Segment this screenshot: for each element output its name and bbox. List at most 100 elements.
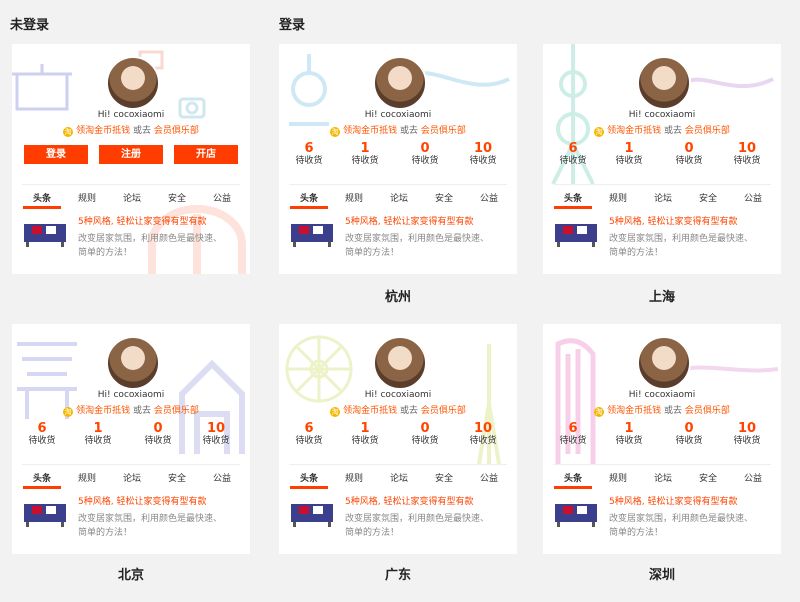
stat-item[interactable]: 1 待收货 (345, 142, 385, 167)
tab-rules[interactable]: 规则 (334, 191, 374, 204)
avatar[interactable] (373, 56, 427, 110)
tab-forum[interactable]: 论坛 (643, 471, 683, 484)
coin-icon: 淘 (330, 127, 341, 137)
club-link[interactable]: 会员俱乐部 (685, 126, 730, 136)
tab-forum[interactable]: 论坛 (112, 191, 152, 204)
tab-security[interactable]: 安全 (688, 191, 728, 204)
stat-value: 10 (206, 421, 226, 436)
news-title[interactable]: 5种风格, 轻松让家变得有型有款 (609, 214, 737, 227)
stat-item[interactable]: 6 待收货 (553, 422, 593, 447)
tab-headlines[interactable]: 头条 (553, 471, 593, 484)
tab-security[interactable]: 安全 (157, 191, 197, 204)
stat-item[interactable]: 10 待收货 (727, 142, 767, 167)
tab-rules[interactable]: 规则 (334, 471, 374, 484)
news-title[interactable]: 5种风格, 轻松让家变得有型有款 (345, 214, 473, 227)
tab-rules[interactable]: 规则 (67, 471, 107, 484)
stat-item[interactable]: 0 待收货 (138, 422, 178, 447)
register-button[interactable]: 注册 (99, 145, 163, 164)
tab-headlines[interactable]: 头条 (553, 191, 593, 204)
tab-charity[interactable]: 公益 (469, 191, 509, 204)
tab-headlines[interactable]: 头条 (22, 471, 62, 484)
stat-item[interactable]: 0 待收货 (669, 422, 709, 447)
stat-item[interactable]: 1 待收货 (609, 142, 649, 167)
avatar[interactable] (637, 336, 691, 390)
stat-item[interactable]: 6 待收货 (289, 142, 329, 167)
tab-charity[interactable]: 公益 (202, 191, 242, 204)
coin-link[interactable]: 领淘金币抵钱 (76, 406, 130, 416)
stat-value: 6 (568, 141, 578, 156)
avatar[interactable] (106, 336, 160, 390)
tab-charity[interactable]: 公益 (733, 191, 773, 204)
stat-item[interactable]: 10 待收货 (463, 142, 503, 167)
stat-item[interactable]: 6 待收货 (289, 422, 329, 447)
news-title[interactable]: 5种风格, 轻松让家变得有型有款 (78, 214, 206, 227)
stat-item[interactable]: 6 待收货 (22, 422, 62, 447)
tab-headlines[interactable]: 头条 (289, 191, 329, 204)
stat-item[interactable]: 6 待收货 (553, 142, 593, 167)
open-shop-button[interactable]: 开店 (174, 145, 238, 164)
tab-forum[interactable]: 论坛 (643, 191, 683, 204)
stat-item[interactable]: 0 待收货 (405, 422, 445, 447)
news-title[interactable]: 5种风格, 轻松让家变得有型有款 (609, 494, 737, 507)
tab-security[interactable]: 安全 (424, 191, 464, 204)
news-title[interactable]: 5种风格, 轻松让家变得有型有款 (78, 494, 206, 507)
sofa-image (291, 224, 333, 247)
login-button[interactable]: 登录 (24, 145, 88, 164)
auth-buttons: 登录 注册 开店 (24, 145, 238, 164)
club-link[interactable]: 会员俱乐部 (154, 406, 199, 416)
avatar[interactable] (106, 56, 160, 110)
news-item[interactable]: 5种风格, 轻松让家变得有型有款 改变居家氛围，利用颜色是最快速、简单的方法！ (553, 216, 771, 266)
tab-forum[interactable]: 论坛 (379, 191, 419, 204)
club-link[interactable]: 会员俱乐部 (154, 126, 199, 136)
tab-headlines[interactable]: 头条 (289, 471, 329, 484)
stat-value: 0 (153, 421, 163, 436)
stat-item[interactable]: 0 待收货 (669, 142, 709, 167)
tab-rules[interactable]: 规则 (67, 191, 107, 204)
stat-value: 10 (473, 421, 493, 436)
stat-label: 待收货 (411, 156, 439, 166)
stat-value: 1 (360, 421, 370, 436)
stat-label: 待收货 (295, 156, 323, 166)
stat-item[interactable]: 1 待收货 (78, 422, 118, 447)
coin-link[interactable]: 领淘金币抵钱 (343, 126, 397, 136)
tab-rules[interactable]: 规则 (598, 191, 638, 204)
tab-security[interactable]: 安全 (688, 471, 728, 484)
stat-item[interactable]: 1 待收货 (609, 422, 649, 447)
coin-link[interactable]: 领淘金币抵钱 (76, 126, 130, 136)
news-item[interactable]: 5种风格, 轻松让家变得有型有款 改变居家氛围，利用颜色是最快速、简单的方法！ (289, 496, 507, 546)
tab-forum[interactable]: 论坛 (379, 471, 419, 484)
coin-icon: 淘 (330, 407, 341, 417)
news-item[interactable]: 5种风格, 轻松让家变得有型有款 改变居家氛围，利用颜色是最快速、简单的方法！ (22, 496, 240, 546)
avatar[interactable] (637, 56, 691, 110)
tab-charity[interactable]: 公益 (469, 471, 509, 484)
club-link[interactable]: 会员俱乐部 (421, 126, 466, 136)
stat-item[interactable]: 1 待收货 (345, 422, 385, 447)
tab-charity[interactable]: 公益 (202, 471, 242, 484)
greeting: Hi! cocoxiaomi (97, 390, 165, 400)
avatar[interactable] (373, 336, 427, 390)
tab-charity[interactable]: 公益 (733, 471, 773, 484)
coin-link[interactable]: 领淘金币抵钱 (343, 406, 397, 416)
stat-item[interactable]: 10 待收货 (463, 422, 503, 447)
news-item[interactable]: 5种风格, 轻松让家变得有型有款 改变居家氛围，利用颜色是最快速、简单的方法！ (289, 216, 507, 266)
tab-forum[interactable]: 论坛 (112, 471, 152, 484)
stat-item[interactable]: 10 待收货 (196, 422, 236, 447)
tab-security[interactable]: 安全 (157, 471, 197, 484)
tab-bar: 头条 规则 论坛 安全 公益 (553, 184, 773, 209)
tab-headlines[interactable]: 头条 (22, 191, 62, 204)
tab-rules[interactable]: 规则 (598, 471, 638, 484)
stat-item[interactable]: 0 待收货 (405, 142, 445, 167)
stat-label: 待收货 (615, 436, 643, 446)
news-item[interactable]: 5种风格, 轻松让家变得有型有款 改变居家氛围，利用颜色是最快速、简单的方法！ (553, 496, 771, 546)
club-link[interactable]: 会员俱乐部 (421, 406, 466, 416)
coin-link[interactable]: 领淘金币抵钱 (607, 126, 661, 136)
stat-value: 6 (304, 141, 314, 156)
stat-item[interactable]: 10 待收货 (727, 422, 767, 447)
news-item[interactable]: 5种风格, 轻松让家变得有型有款 改变居家氛围，利用颜色是最快速、简单的方法！ (22, 216, 240, 266)
club-link[interactable]: 会员俱乐部 (685, 406, 730, 416)
coin-icon: 淘 (63, 407, 74, 417)
news-title[interactable]: 5种风格, 轻松让家变得有型有款 (345, 494, 473, 507)
tab-underline (290, 206, 328, 209)
coin-link[interactable]: 领淘金币抵钱 (607, 406, 661, 416)
tab-security[interactable]: 安全 (424, 471, 464, 484)
